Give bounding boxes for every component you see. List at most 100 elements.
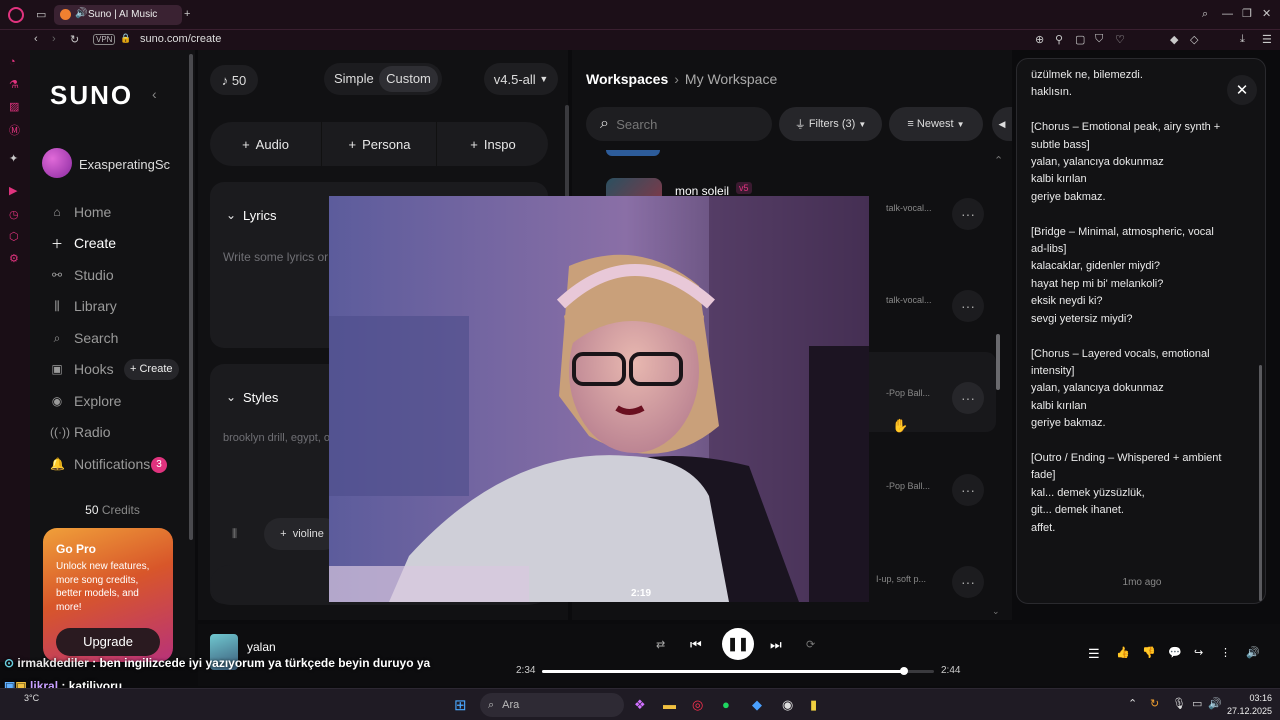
add-audio-button[interactable]: + Audio (210, 122, 322, 166)
sidebar-item-explore[interactable]: ◉ Explore (50, 389, 122, 413)
volume-icon[interactable]: 🔊 (1246, 646, 1260, 659)
add-persona-button[interactable]: + Persona (323, 122, 437, 166)
like-icon[interactable]: 👍 (1116, 646, 1130, 659)
credits-pill[interactable]: ♪ 50 (210, 65, 258, 95)
image-icon[interactable]: ▨ (9, 100, 19, 113)
dislike-icon[interactable]: 👎 (1142, 646, 1156, 659)
close-window-icon[interactable]: ✕ (1262, 7, 1271, 20)
breadcrumb-current[interactable]: My Workspace (685, 71, 777, 87)
upgrade-button[interactable]: Upgrade (56, 628, 160, 656)
chevron-down-icon[interactable]: ⌄ (992, 606, 1000, 617)
search-icon[interactable]: ⌕ (1202, 8, 1208, 21)
clock-date[interactable]: 27.12.2025 (1226, 706, 1272, 716)
reload-icon[interactable]: ↻ (70, 33, 79, 46)
heart-icon[interactable]: ♡ (1115, 33, 1125, 46)
cube-icon[interactable]: ⬡ (9, 230, 19, 243)
opera-logo-icon[interactable] (8, 7, 24, 23)
speaker-icon[interactable]: 🔊 (75, 8, 87, 19)
spotify-icon[interactable]: ● (722, 697, 730, 712)
zoom-icon[interactable]: ⊕ (1035, 33, 1044, 46)
sidebar-item-studio[interactable]: ⚯ Studio (50, 263, 114, 287)
username[interactable]: ExasperatingSc (79, 157, 170, 172)
mode-custom-tab[interactable]: Custom (379, 66, 438, 92)
previous-icon[interactable]: ⏮ (690, 637, 702, 653)
chevron-up-icon[interactable]: ⌃ (994, 154, 1003, 167)
lyrics-label[interactable]: Lyrics (243, 208, 276, 223)
sidebar-item-radio[interactable]: ((·)) Radio (50, 420, 111, 444)
sort-button[interactable]: ≡ Newest ▼ (889, 107, 983, 141)
history-icon[interactable]: ◷ (9, 208, 19, 221)
microphone-icon[interactable]: 🎙 (1172, 697, 1186, 710)
menu-icon[interactable]: ☰ (1262, 33, 1272, 46)
add-inspo-button[interactable]: + Inspo (438, 122, 548, 166)
scroll-left-button[interactable]: ◀ (992, 107, 1012, 141)
pause-button[interactable]: ❚❚ (722, 628, 754, 660)
collapse-sidebar-icon[interactable]: ‹ (152, 86, 157, 102)
queue-icon[interactable]: ☰ (1088, 646, 1100, 662)
library-icon[interactable]: ⫼ (232, 528, 237, 541)
chevron-up-icon[interactable]: ⌃ (1128, 697, 1137, 710)
suno-logo[interactable]: SUNO (50, 80, 133, 111)
next-icon[interactable]: ⏭ (770, 637, 782, 653)
progress-knob[interactable] (900, 667, 909, 675)
windows-start-icon[interactable]: ⊞ (454, 696, 467, 714)
lyrics-scrollbar[interactable] (1259, 365, 1262, 601)
comment-icon[interactable]: 💬 (1168, 646, 1182, 659)
file-explorer-icon[interactable]: ▬ (663, 697, 676, 712)
clock-time[interactable]: 03:16 (1238, 693, 1272, 703)
now-playing-title[interactable]: yalan (247, 640, 276, 654)
hooks-create-button[interactable]: + Create (124, 359, 179, 380)
tray-app-icon[interactable]: ↻ (1150, 697, 1159, 710)
sidebar-scrollbar[interactable] (189, 54, 193, 540)
new-tab-icon[interactable]: + (184, 8, 190, 20)
more-options-icon[interactable]: ··· (952, 198, 984, 230)
breadcrumb-workspaces[interactable]: Workspaces (586, 71, 668, 87)
repeat-icon[interactable]: ⟳ (806, 638, 815, 651)
shuffle-icon[interactable]: ⇄ (656, 638, 665, 651)
share-icon[interactable]: ↪ (1194, 646, 1203, 659)
close-icon[interactable]: ✕ (1227, 75, 1257, 105)
network-icon[interactable]: ▭ (1192, 697, 1202, 710)
avatar[interactable] (42, 148, 72, 178)
taskbar-search[interactable]: ⌕ Ara (480, 693, 624, 717)
aria-icon[interactable]: ◔ (9, 56, 16, 68)
opera-gx-icon[interactable]: ◎ (692, 697, 703, 713)
filters-button[interactable]: ⏚ Filters (3) ▼ (779, 107, 882, 141)
minimize-icon[interactable]: — (1222, 8, 1233, 20)
sidebar-item-home[interactable]: ⌂ Home (50, 200, 111, 224)
back-icon[interactable]: ‹ (34, 33, 38, 45)
sidebar-item-notifications[interactable]: 🔔 Notifications (50, 452, 150, 476)
credits-display[interactable]: 50 Credits (30, 503, 195, 517)
app-icon[interactable]: ◆ (752, 697, 762, 713)
settings-icon[interactable]: ⚙ (9, 252, 19, 265)
sidebar-item-library[interactable]: ⫼ Library (50, 294, 117, 318)
more-options-icon[interactable]: ··· (952, 290, 984, 322)
weather-temp[interactable]: 3°C (24, 693, 39, 703)
forward-icon[interactable]: › (52, 33, 56, 45)
more-options-icon[interactable]: ··· (952, 474, 984, 506)
extension-icon[interactable]: ◇ (1190, 33, 1198, 46)
shield-icon[interactable]: ⛉ (1095, 33, 1103, 46)
more-options-icon[interactable]: ··· (952, 382, 984, 414)
styles-input[interactable]: brooklyn drill, egypt, o (223, 432, 330, 444)
styles-label[interactable]: Styles (243, 390, 278, 405)
app-icon[interactable]: ▮ (810, 697, 817, 713)
model-select[interactable]: v4.5-all ▼ (484, 63, 558, 95)
lyrics-input[interactable]: Write some lyrics or a (223, 250, 338, 264)
sidebar-item-search[interactable]: ⌕ Search (50, 326, 119, 350)
more-options-icon[interactable]: ⋮ (1220, 646, 1231, 659)
search-input[interactable]: ⌕ Search (586, 107, 772, 141)
copilot-icon[interactable]: ❖ (634, 697, 646, 713)
mode-simple-tab[interactable]: Simple (334, 71, 374, 86)
player-icon[interactable]: ▶ (9, 184, 17, 197)
mail-icon[interactable]: Ⓜ (9, 122, 20, 138)
extension-icon[interactable]: ◆ (1170, 33, 1178, 46)
volume-icon[interactable]: 🔊 (1208, 697, 1222, 710)
url-field[interactable]: suno.com/create (140, 33, 221, 45)
sidebar-item-hooks[interactable]: ▣ Hooks (50, 357, 113, 381)
progress-track[interactable] (542, 667, 934, 675)
workspace-scrollbar[interactable] (996, 334, 1000, 390)
tab-island-icon[interactable]: ▭ (36, 8, 46, 21)
download-icon[interactable]: ⤓ (1240, 33, 1245, 46)
assistant-icon[interactable]: ✦ (9, 152, 18, 165)
